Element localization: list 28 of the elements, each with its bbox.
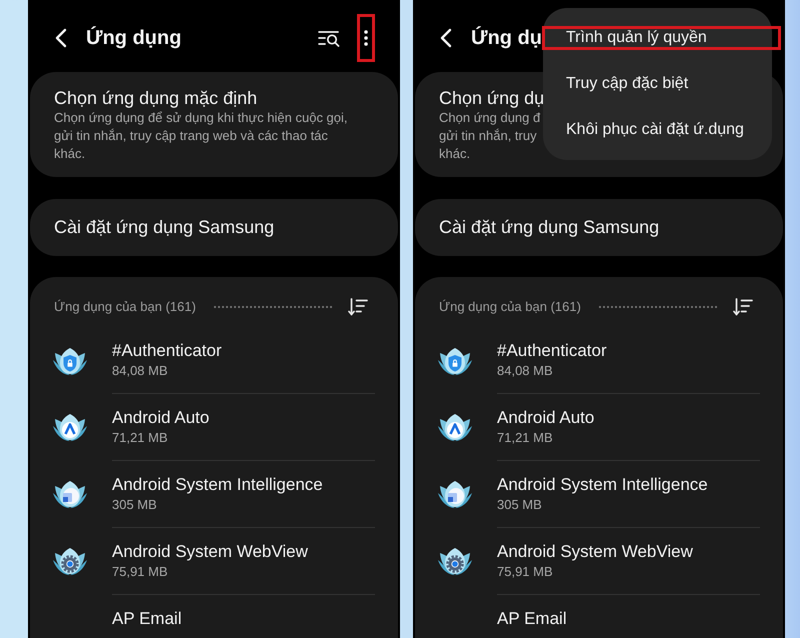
card-title: Cài đặt ứng dụng Samsung <box>54 216 274 238</box>
section-title: Ứng dụng của bạn (161) <box>439 298 581 316</box>
screen-title: Ứng dụ <box>471 25 542 51</box>
app-name: #Authenticator <box>112 340 222 362</box>
app-size: 75,91 MB <box>112 563 168 581</box>
screen-title: Ứng dụng <box>86 25 182 51</box>
app-name: Android System Intelligence <box>112 474 323 496</box>
card-description: Chọn ứng dụng đ gửi tin nhắn, truy khác. <box>439 109 540 163</box>
card-description: Chọn ứng dụng để sử dụng khi thực hiện cuộc gọi, gửi tin nhắn, truy cập trang web và các thao tác khác. <box>54 109 348 163</box>
app-name: #Authenticator <box>497 340 607 362</box>
app-size: 305 MB <box>497 496 542 514</box>
card-title: Cài đặt ứng dụng Samsung <box>439 216 660 238</box>
app-name: Android Auto <box>112 407 210 429</box>
app-name: AP Email <box>112 608 182 630</box>
section-title: Ứng dụng của bạn (161) <box>54 298 196 316</box>
app-size: 84,08 MB <box>497 362 553 380</box>
app-size: 305 MB <box>112 496 157 514</box>
app-name: Android System Intelligence <box>497 474 708 496</box>
card-title: Chọn ứng dụ <box>439 87 544 109</box>
app-size: 71,21 MB <box>497 429 553 447</box>
app-size: 71,21 MB <box>112 429 168 447</box>
app-size: 84,08 MB <box>112 362 168 380</box>
app-name: Android System WebView <box>497 541 693 563</box>
app-name: Android Auto <box>497 407 594 429</box>
app-name: AP Email <box>497 608 567 630</box>
app-name: Android System WebView <box>112 541 308 563</box>
app-size: 75,91 MB <box>497 563 553 581</box>
card-title: Chọn ứng dụng mặc định <box>54 87 258 109</box>
